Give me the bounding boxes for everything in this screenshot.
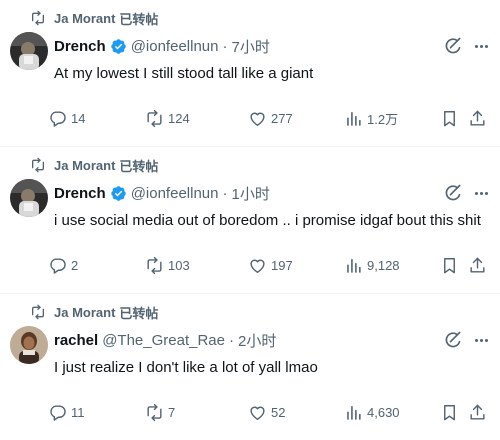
- like-button[interactable]: 277: [248, 105, 293, 131]
- bookmark-icon: [444, 257, 455, 273]
- bookmark-button[interactable]: [440, 399, 459, 425]
- timeline-feed: Ja Morant 已转帖 Drench @ionfeellnun · 7小时 A…: [0, 0, 500, 440]
- views-count: 9,128: [367, 257, 400, 273]
- like-icon: [250, 259, 265, 273]
- views-icon: [347, 405, 361, 420]
- more-icon[interactable]: [475, 332, 491, 348]
- reply-icon: [50, 404, 66, 421]
- like-count: 197: [271, 257, 293, 273]
- tweet-text: At my lowest I still stood tall like a g…: [54, 65, 314, 82]
- grok-icon[interactable]: [443, 330, 463, 350]
- views-icon: [347, 258, 361, 273]
- retweet-button[interactable]: 103: [145, 252, 190, 278]
- bookmark-button[interactable]: [440, 252, 459, 278]
- share-icon: [470, 257, 485, 273]
- retweeter-name[interactable]: Ja Morant: [54, 305, 115, 320]
- timestamp[interactable]: 7小时: [231, 36, 269, 57]
- like-count: 52: [271, 404, 286, 420]
- like-icon: [250, 406, 265, 420]
- separator: ·: [222, 37, 228, 55]
- reply-icon: [50, 110, 66, 127]
- retweet-button[interactable]: 7: [145, 399, 175, 425]
- retweet-icon: [147, 256, 162, 274]
- author-name[interactable]: Drench: [54, 185, 106, 202]
- views-icon: [347, 111, 361, 126]
- reply-button[interactable]: 14: [48, 105, 85, 131]
- author-handle[interactable]: @ionfeellnun: [131, 38, 219, 55]
- like-count: 277: [271, 110, 293, 126]
- tweet-text: i use social media out of boredom .. i p…: [54, 212, 481, 229]
- grok-icon[interactable]: [443, 36, 463, 56]
- timestamp[interactable]: 1小时: [231, 183, 269, 204]
- reply-icon: [50, 257, 66, 274]
- retweet-context[interactable]: Ja Morant 已转帖: [30, 303, 158, 321]
- share-button[interactable]: [468, 252, 487, 278]
- like-button[interactable]: 197: [248, 252, 293, 278]
- retweet-button[interactable]: 124: [145, 105, 190, 131]
- tweet[interactable]: Ja Morant 已转帖 rachel @The_Great_Rae · 2小时…: [0, 294, 500, 440]
- more-icon[interactable]: [475, 38, 491, 54]
- author-handle[interactable]: @ionfeellnun: [131, 185, 219, 202]
- tweet[interactable]: Ja Morant 已转帖 Drench @ionfeellnun · 1小时 i…: [0, 147, 500, 293]
- retweet-context[interactable]: Ja Morant 已转帖: [30, 9, 158, 27]
- separator: ·: [222, 184, 228, 202]
- author-name[interactable]: Drench: [54, 38, 106, 55]
- reply-button[interactable]: 11: [48, 399, 85, 425]
- share-button[interactable]: [468, 105, 487, 131]
- avatar[interactable]: [10, 179, 48, 217]
- retweet-count: 103: [168, 257, 190, 273]
- retweet-label: 已转帖: [119, 305, 159, 321]
- retweet-icon: [31, 157, 44, 173]
- views-button[interactable]: 1.2万: [344, 105, 398, 131]
- share-icon: [470, 404, 485, 420]
- views-count: 1.2万: [367, 111, 399, 127]
- grok-icon[interactable]: [443, 183, 463, 203]
- tweet-header: Drench @ionfeellnun · 1小时: [54, 183, 270, 203]
- retweeter-name[interactable]: Ja Morant: [54, 11, 115, 26]
- share-icon: [470, 110, 485, 126]
- reply-count: 14: [71, 110, 86, 126]
- bookmark-icon: [444, 404, 455, 420]
- tweet-actions: 2 103 197 9,128: [48, 252, 493, 278]
- verified-badge-icon: [110, 38, 127, 55]
- retweet-icon: [31, 304, 44, 320]
- timestamp[interactable]: 2小时: [238, 330, 276, 351]
- retweeter-name[interactable]: Ja Morant: [54, 158, 115, 173]
- verified-badge-icon: [110, 185, 127, 202]
- reply-button[interactable]: 2: [48, 252, 78, 278]
- retweet-count: 7: [168, 404, 176, 420]
- retweet-label: 已转帖: [119, 11, 159, 27]
- tweet-header: Drench @ionfeellnun · 7小时: [54, 36, 270, 56]
- retweet-count: 124: [168, 110, 190, 126]
- retweet-icon: [147, 109, 162, 127]
- share-button[interactable]: [468, 399, 487, 425]
- more-icon[interactable]: [475, 185, 491, 201]
- views-count: 4,630: [367, 404, 400, 420]
- tweet-header: rachel @The_Great_Rae · 2小时: [54, 330, 276, 350]
- tweet-actions: 11 7 52 4,630: [48, 399, 493, 425]
- bookmark-icon: [444, 110, 455, 126]
- separator: ·: [229, 331, 234, 349]
- retweet-icon: [147, 403, 162, 421]
- author-name[interactable]: rachel: [54, 332, 98, 349]
- avatar[interactable]: [10, 32, 48, 70]
- views-button[interactable]: 9,128: [344, 252, 400, 278]
- like-button[interactable]: 52: [248, 399, 285, 425]
- retweet-context[interactable]: Ja Morant 已转帖: [30, 156, 158, 174]
- tweet[interactable]: Ja Morant 已转帖 Drench @ionfeellnun · 7小时 A…: [0, 0, 500, 146]
- views-button[interactable]: 4,630: [344, 399, 400, 425]
- tweet-actions: 14 124 277 1.2万: [48, 105, 493, 131]
- like-icon: [250, 112, 265, 126]
- reply-count: 11: [71, 404, 85, 420]
- retweet-icon: [31, 10, 44, 26]
- avatar[interactable]: [10, 326, 48, 364]
- reply-count: 2: [71, 257, 79, 273]
- retweet-label: 已转帖: [119, 158, 159, 174]
- bookmark-button[interactable]: [440, 105, 459, 131]
- tweet-text: I just realize I don't like a lot of yal…: [54, 359, 318, 376]
- author-handle[interactable]: @The_Great_Rae: [102, 332, 225, 349]
